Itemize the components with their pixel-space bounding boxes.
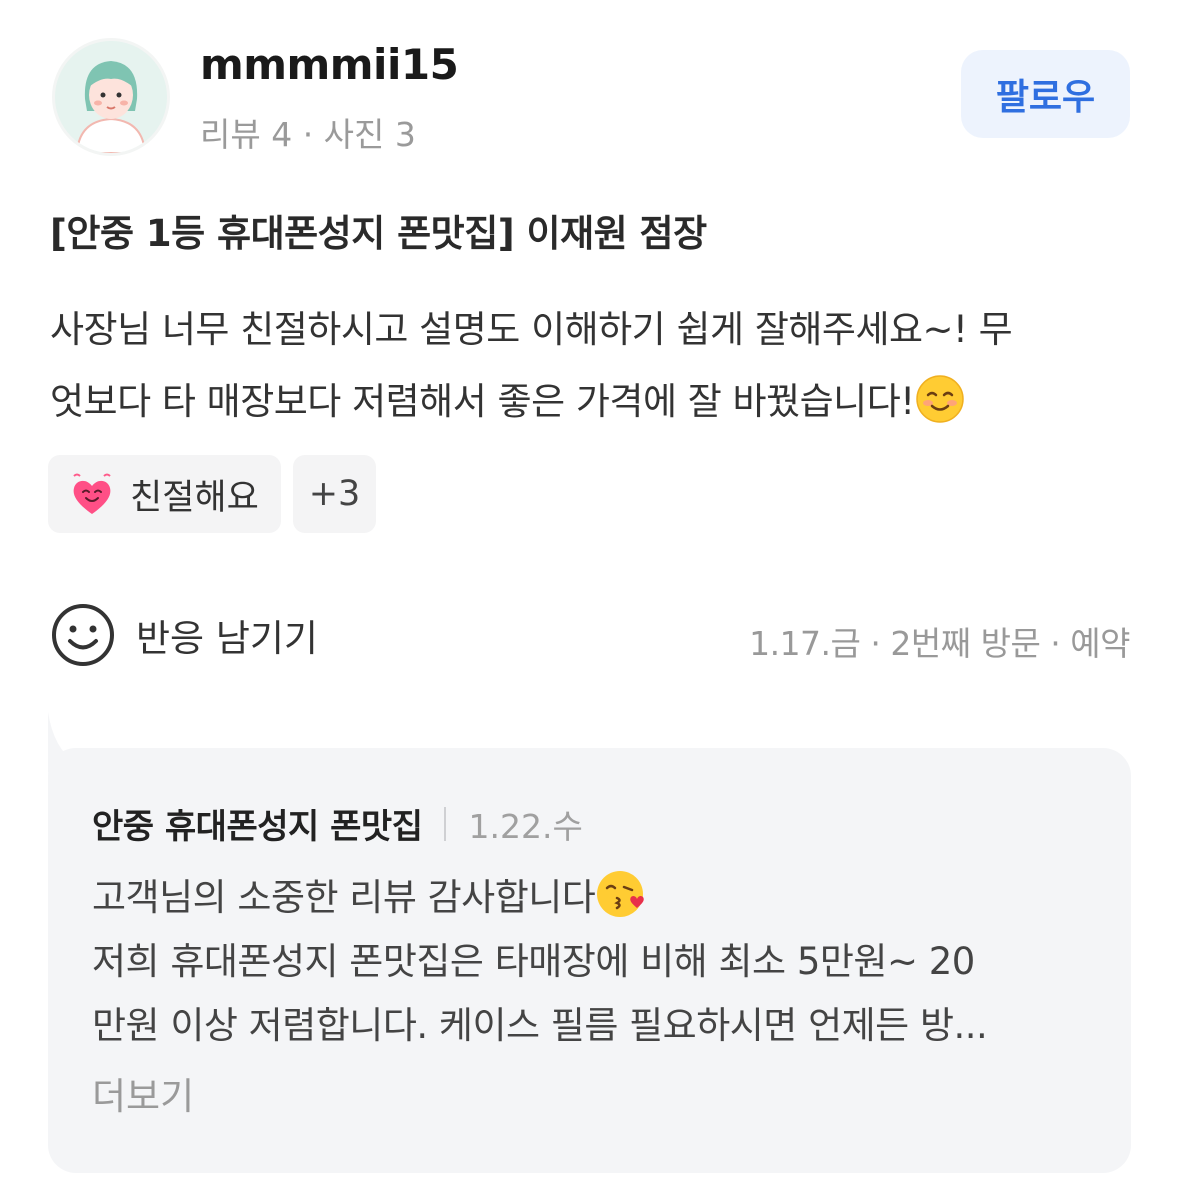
more-tags-count: +3: [308, 474, 361, 514]
owner-reply-header: 안중 휴대폰성지 폰맛집 1.22.수: [92, 799, 583, 848]
review-body-line: 엇보다 타 매장보다 저렴해서 좋은 가격에 잘 바꿨습니다!: [50, 380, 915, 423]
reply-line: 저희 휴대폰성지 폰맛집은 타매장에 비해 최소 5만원~ 20: [92, 940, 975, 983]
visit-meta: 1.17.금 · 2번째 방문 · 예약: [749, 624, 1130, 663]
kissing-face-emoji-icon: [597, 871, 645, 917]
avatar-illustration-icon: [55, 41, 167, 153]
see-more-link[interactable]: 더보기: [92, 1066, 194, 1120]
review-body-line-wrap: 엇보다 타 매장보다 저렴해서 좋은 가격에 잘 바꿨습니다!: [50, 366, 1135, 438]
avatar[interactable]: [52, 38, 170, 156]
smiling-face-emoji-icon: [915, 375, 964, 423]
reply-line: 고객님의 소중한 리뷰 감사합니다: [92, 876, 596, 919]
reply-line-wrap: 고객님의 소중한 리뷰 감사합니다: [92, 866, 1102, 930]
owner-name: 안중 휴대폰성지 폰맛집: [92, 807, 423, 847]
user-stats: 리뷰 4 · 사진 3: [200, 115, 416, 154]
place-title[interactable]: [안중 1등 휴대폰성지 폰맛집] 이재원 점장: [50, 203, 707, 257]
leave-reaction-label: 반응 남기기: [136, 617, 318, 660]
divider: [444, 806, 447, 841]
more-tags-button[interactable]: +3: [293, 455, 376, 533]
follow-button[interactable]: 팔로우: [961, 50, 1130, 138]
review-tag[interactable]: 친절해요: [48, 455, 281, 533]
username[interactable]: mmmmii15: [200, 40, 459, 89]
owner-reply-text: 고객님의 소중한 리뷰 감사합니다 저희 휴대폰성지 폰맛집은 타매장에 비해 …: [92, 866, 1102, 1058]
review-body-line: 사장님 너무 친절하시고 설명도 이해하기 쉽게 잘해주세요~! 무: [50, 308, 1013, 351]
reply-date: 1.22.수: [468, 806, 583, 846]
leave-reaction-button[interactable]: 반응 남기기: [50, 602, 318, 668]
reply-line: 만원 이상 저렴합니다. 케이스 필름 필요하시면 언제든 방...: [92, 1004, 988, 1047]
review-body: 사장님 너무 친절하시고 설명도 이해하기 쉽게 잘해주세요~! 무 엇보다 타…: [50, 294, 1135, 438]
smiley-outline-icon: [52, 604, 114, 666]
review-tag-label: 친절해요: [130, 477, 259, 518]
heart-face-icon: [73, 473, 111, 514]
